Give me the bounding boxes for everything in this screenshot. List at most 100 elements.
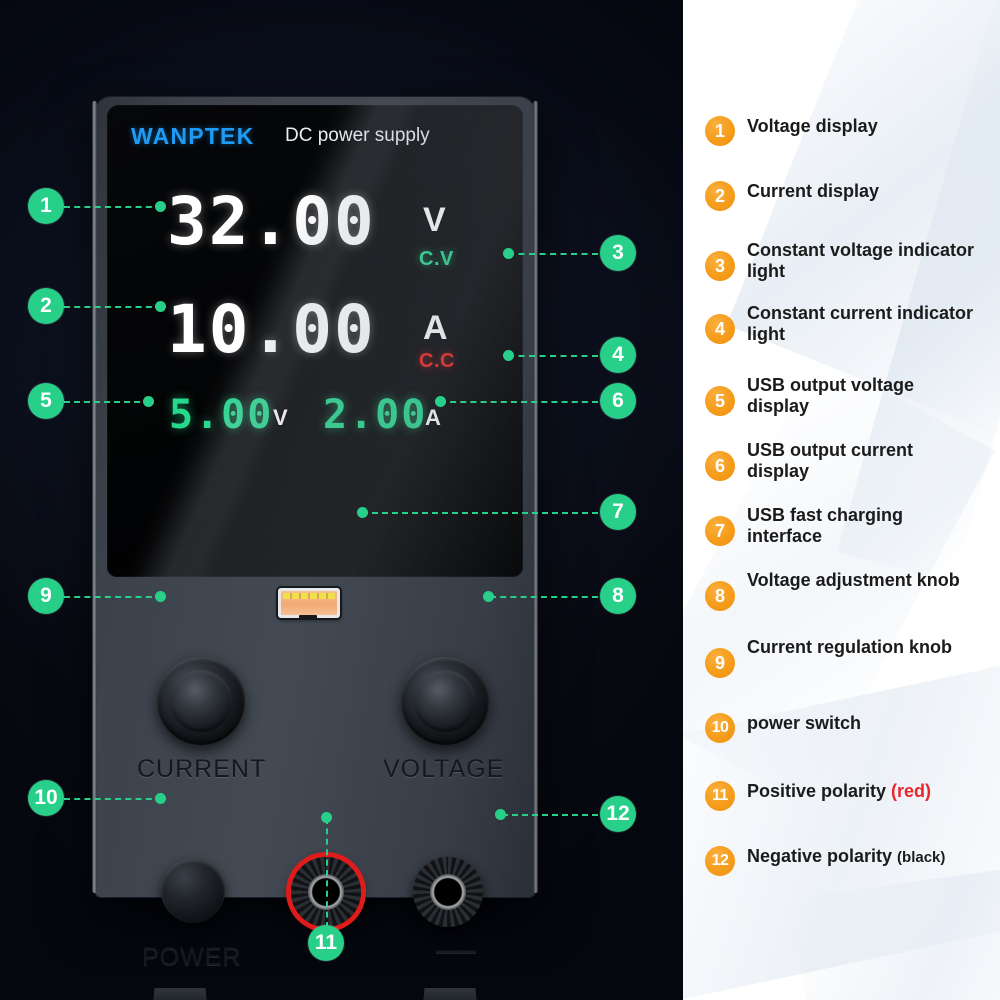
legend-item-6: 6 USB output current display xyxy=(705,440,977,482)
legend-label-1: Voltage display xyxy=(747,116,878,136)
callout-badge-4: 4 xyxy=(600,337,636,373)
legend-item-5: 5 USB output voltage display xyxy=(705,375,977,417)
brand-logo: WANPTEK xyxy=(131,123,255,149)
leader-line-9 xyxy=(64,596,162,598)
legend-label-4: Constant current indicator light xyxy=(747,303,974,344)
legend-badge-12: 12 xyxy=(705,846,735,876)
display-screen: WANPTEK DC power supply 32.00 V 10.00 A … xyxy=(107,105,523,577)
leader-line-3 xyxy=(508,253,598,255)
callout-badge-3: 3 xyxy=(600,235,636,271)
legend-badge-11: 11 xyxy=(705,781,735,811)
legend-badge-7: 7 xyxy=(705,516,735,546)
legend-label-8: Voltage adjustment knob xyxy=(747,570,960,590)
leader-line-7 xyxy=(362,512,598,514)
leader-line-8 xyxy=(490,596,598,598)
legend-label-11: Positive polarity (red) xyxy=(747,781,931,802)
legend-item-3: 3 Constant voltage indicator light xyxy=(705,240,977,282)
leader-dot-4 xyxy=(503,350,514,361)
leader-dot-1 xyxy=(155,201,166,212)
legend-badge-9: 9 xyxy=(705,648,735,678)
product-stage: WANPTEK DC power supply 32.00 V 10.00 A … xyxy=(0,0,683,1000)
legend-item-11: 11 Positive polarity (red) xyxy=(705,781,931,811)
legend-badge-5: 5 xyxy=(705,386,735,416)
leader-line-1 xyxy=(64,206,162,208)
legend-badge-3: 3 xyxy=(705,251,735,281)
legend-label-12: Negative polarity (black) xyxy=(747,846,945,867)
power-button-label: POWER xyxy=(142,943,242,971)
legend-label-5: USB output voltage display xyxy=(747,375,914,416)
leader-dot-12 xyxy=(495,809,506,820)
callout-badge-12: 12 xyxy=(600,796,636,832)
legend-label-10: power switch xyxy=(747,713,862,733)
legend-item-8: 8 Voltage adjustment knob xyxy=(705,570,960,611)
callout-badge-10: 10 xyxy=(28,780,64,816)
legend-label-3: Constant voltage indicator light xyxy=(747,240,975,281)
legend-list: 1 Voltage display 2 Current display 3 Co… xyxy=(705,0,1000,1000)
legend-badge-1: 1 xyxy=(705,116,735,146)
callout-badge-6: 6 xyxy=(600,383,636,419)
leader-dot-9 xyxy=(155,591,166,602)
current-knob-label: CURRENT xyxy=(137,755,267,783)
constant-current-indicator: C.C xyxy=(419,350,455,372)
legend-label-9: Current regulation knob xyxy=(747,637,953,657)
leader-line-5 xyxy=(64,401,150,403)
legend-label-2: Current display xyxy=(747,181,880,201)
leader-dot-8 xyxy=(483,591,494,602)
legend-badge-4: 4 xyxy=(705,314,735,344)
leader-dot-2 xyxy=(155,301,166,312)
leader-dot-11 xyxy=(321,812,332,823)
legend-item-9: 9 Current regulation knob xyxy=(705,637,952,678)
callout-badge-9: 9 xyxy=(28,578,64,614)
legend-badge-6: 6 xyxy=(705,451,735,481)
usb-port-interior xyxy=(281,591,337,615)
legend-badge-10: 10 xyxy=(705,713,735,743)
leader-dot-5 xyxy=(143,396,154,407)
legend-item-7: 7 USB fast charging interface xyxy=(705,505,977,547)
leader-dot-3 xyxy=(503,248,514,259)
callout-badge-11: 11 xyxy=(308,925,344,961)
power-switch-button[interactable] xyxy=(161,859,225,923)
leader-dot-6 xyxy=(435,396,446,407)
device-foot-right xyxy=(421,988,479,1000)
negative-terminal[interactable] xyxy=(413,857,483,927)
usb-notch xyxy=(299,615,317,619)
leader-line-2 xyxy=(64,306,162,308)
usb-contacts xyxy=(283,593,335,599)
dc-power-supply-device: WANPTEK DC power supply 32.00 V 10.00 A … xyxy=(92,97,538,1000)
constant-voltage-indicator: C.V xyxy=(419,248,454,270)
leader-line-11 xyxy=(326,818,328,928)
legend-note-12: (black) xyxy=(897,849,946,866)
legend-badge-2: 2 xyxy=(705,181,735,211)
legend-label-6: USB output current display xyxy=(747,440,913,481)
legend-item-4: 4 Constant current indicator light xyxy=(705,303,977,345)
usb-port-icon xyxy=(278,588,340,619)
callout-badge-1: 1 xyxy=(28,188,64,224)
legend-note-11: (red) xyxy=(891,781,932,801)
legend-item-10: 10 power switch xyxy=(705,713,861,743)
leader-line-12 xyxy=(502,814,598,816)
device-foot-left xyxy=(151,988,209,1000)
voltage-adjustment-knob[interactable] xyxy=(401,657,489,745)
legend-label-11-main: Positive polarity xyxy=(747,781,892,801)
leader-dot-7 xyxy=(357,507,368,518)
legend-label-7: USB fast charging interface xyxy=(747,505,904,546)
screen-glare-secondary xyxy=(107,105,446,577)
legend-label-12-main: Negative polarity xyxy=(747,846,898,866)
callout-badge-8: 8 xyxy=(600,578,636,614)
leader-dot-10 xyxy=(155,793,166,804)
legend-item-12: 12 Negative polarity (black) xyxy=(705,846,945,876)
legend-badge-8: 8 xyxy=(705,581,735,611)
legend-item-1: 1 Voltage display xyxy=(705,116,878,146)
negative-polarity-symbol: — xyxy=(436,927,476,971)
legend-panel: 1 Voltage display 2 Current display 3 Co… xyxy=(683,0,1000,1000)
leader-line-10 xyxy=(64,798,162,800)
current-regulation-knob[interactable] xyxy=(157,657,245,745)
callout-badge-2: 2 xyxy=(28,288,64,324)
voltage-display-unit: V xyxy=(423,201,446,239)
voltage-knob-label: VOLTAGE xyxy=(383,755,505,783)
usb-current-display-value: 2.00 xyxy=(323,392,428,438)
current-display-unit: A xyxy=(423,309,448,347)
leader-line-6 xyxy=(440,401,598,403)
legend-item-2: 2 Current display xyxy=(705,181,879,211)
callout-badge-5: 5 xyxy=(28,383,64,419)
